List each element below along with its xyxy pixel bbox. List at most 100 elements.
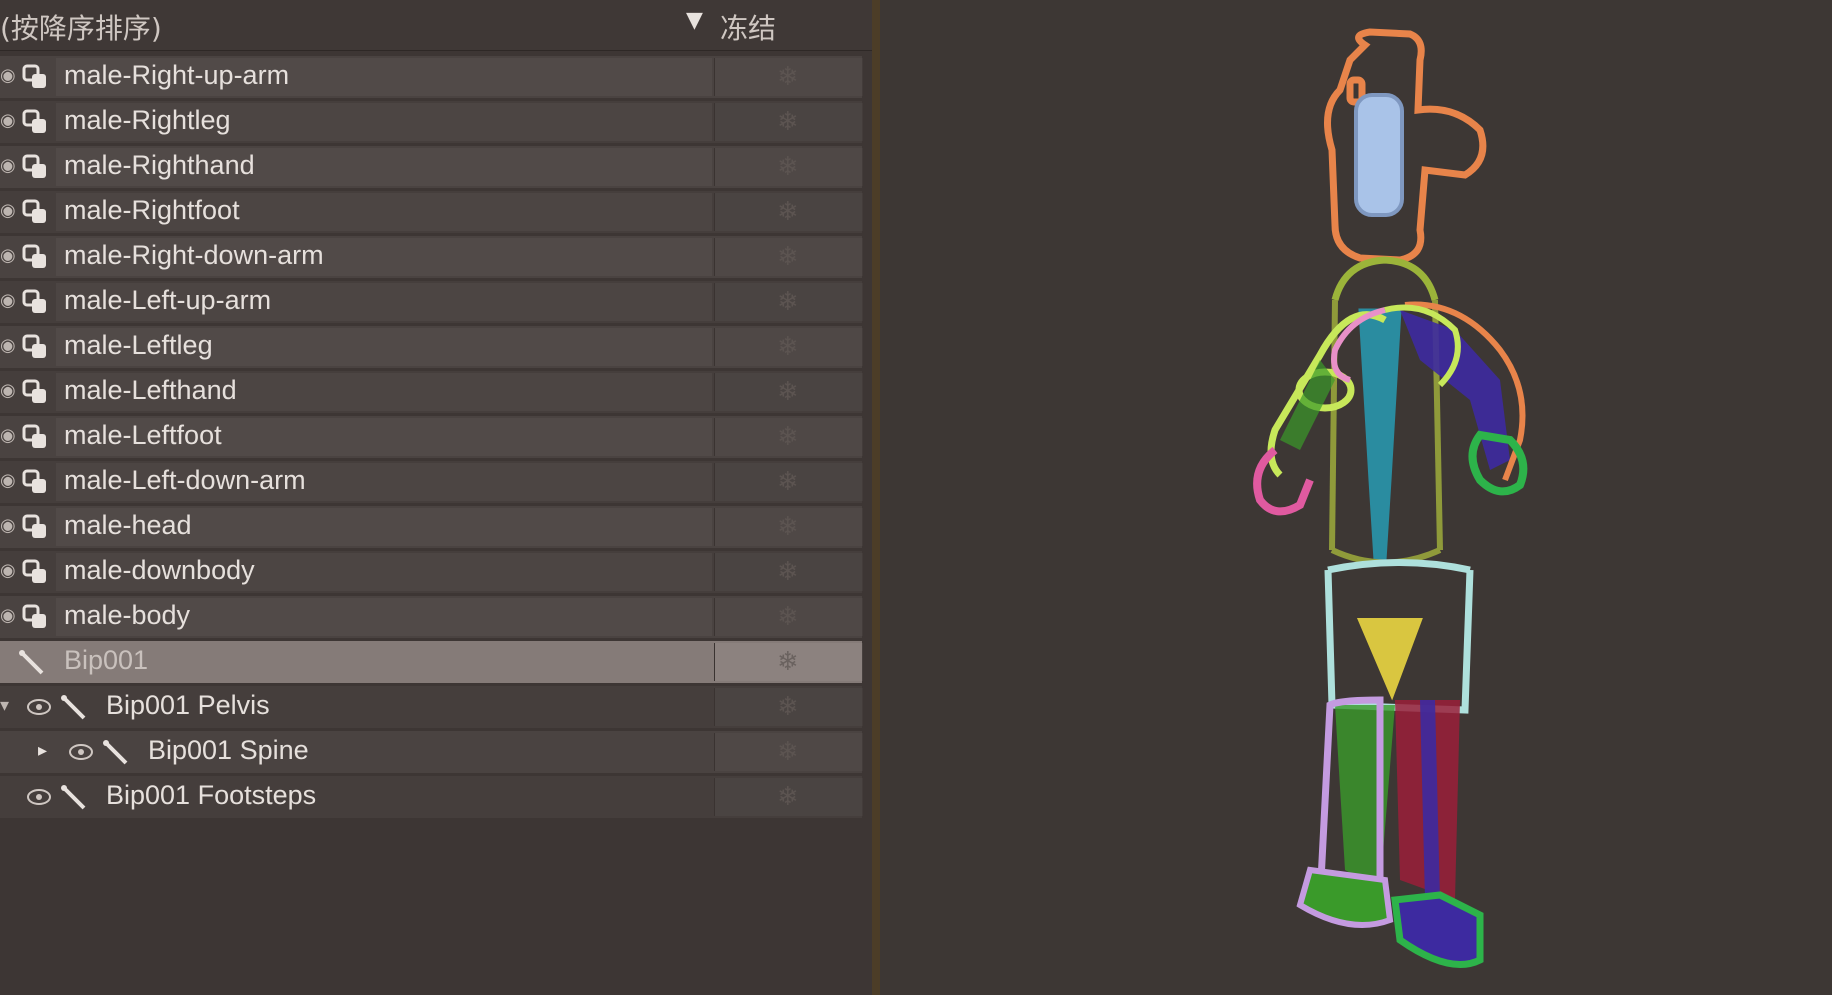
object-label[interactable]: Bip001: [64, 645, 148, 676]
object-group-icon: [22, 379, 46, 403]
object-group-icon: [22, 199, 46, 223]
explorer-row-male-left-up-arm[interactable]: ◉ male-Left-up-arm ❄: [0, 281, 862, 323]
object-label[interactable]: Bip001 Spine: [148, 735, 309, 766]
freeze-toggle[interactable]: ❄: [714, 508, 863, 546]
snowflake-icon: ❄: [777, 647, 799, 677]
freeze-toggle[interactable]: ❄: [714, 598, 863, 636]
explorer-row-male-left-down-arm[interactable]: ◉ male-Left-down-arm ❄: [0, 461, 862, 503]
freeze-toggle[interactable]: ❄: [714, 373, 863, 411]
explorer-row-male-rightfoot[interactable]: ◉ male-Rightfoot ❄: [0, 191, 862, 233]
visibility-toggle-icon[interactable]: ◉: [0, 380, 16, 401]
visibility-toggle-icon[interactable]: ◉: [0, 110, 16, 131]
freeze-toggle[interactable]: ❄: [714, 463, 863, 501]
expand-arrow-icon[interactable]: ▸: [38, 740, 47, 761]
snowflake-icon: ❄: [777, 422, 799, 452]
explorer-row-male-lefthand[interactable]: ◉ male-Lefthand ❄: [0, 371, 862, 413]
freeze-toggle[interactable]: ❄: [714, 553, 863, 591]
visibility-toggle-icon[interactable]: ◉: [0, 290, 16, 311]
snowflake-icon: ❄: [777, 107, 799, 137]
freeze-toggle[interactable]: ❄: [714, 193, 863, 231]
explorer-row-male-downbody[interactable]: ◉ male-downbody ❄: [0, 551, 862, 593]
freeze-column-header[interactable]: 冻结: [720, 7, 776, 47]
explorer-row-male-leftfoot[interactable]: ◉ male-Leftfoot ❄: [0, 416, 862, 458]
face-panel: [1354, 93, 1404, 217]
freeze-toggle[interactable]: ❄: [714, 148, 863, 186]
object-group-icon: [22, 469, 46, 493]
freeze-toggle[interactable]: ❄: [714, 283, 863, 321]
panel-splitter[interactable]: [872, 0, 880, 995]
visibility-toggle-icon[interactable]: ◉: [0, 200, 16, 221]
explorer-row-male-right-down-arm[interactable]: ◉ male-Right-down-arm ❄: [0, 236, 862, 278]
pelvis-mesh: [1356, 618, 1423, 701]
visibility-toggle-icon[interactable]: ◉: [0, 335, 16, 356]
object-group-icon: [22, 109, 46, 133]
freeze-toggle[interactable]: ❄: [714, 238, 863, 276]
object-label[interactable]: male-Left-up-arm: [64, 285, 271, 316]
eye-icon[interactable]: [68, 739, 94, 765]
explorer-row-bip001-spine[interactable]: ▸ Bip001 Spine ❄: [0, 731, 862, 773]
object-label[interactable]: male-Right-down-arm: [64, 240, 324, 271]
object-group-icon: [22, 289, 46, 313]
object-label[interactable]: male-Righthand: [64, 150, 255, 181]
object-label[interactable]: Bip001 Pelvis: [106, 690, 270, 721]
object-group-icon: [22, 514, 46, 538]
visibility-toggle-icon[interactable]: ◉: [0, 245, 16, 266]
explorer-row-bip001-pelvis[interactable]: ▾ Bip001 Pelvis ❄: [0, 686, 862, 728]
visibility-toggle-icon[interactable]: ◉: [0, 425, 16, 446]
object-label[interactable]: male-Right-up-arm: [64, 60, 289, 91]
freeze-toggle[interactable]: ❄: [714, 688, 863, 726]
snowflake-icon: ❄: [777, 782, 799, 812]
object-label[interactable]: male-Left-down-arm: [64, 465, 306, 496]
explorer-row-male-righthand[interactable]: ◉ male-Righthand ❄: [0, 146, 862, 188]
snowflake-icon: ❄: [777, 557, 799, 587]
spine-mesh: [1358, 308, 1402, 562]
3d-viewport[interactable]: [880, 0, 1832, 995]
object-group-icon: [22, 244, 46, 268]
object-label[interactable]: male-Lefthand: [64, 375, 237, 406]
freeze-toggle[interactable]: ❄: [714, 58, 863, 96]
explorer-row-male-body[interactable]: ◉ male-body ❄: [0, 596, 862, 638]
explorer-row-male-right-up-arm[interactable]: ◉ male-Right-up-arm ❄: [0, 56, 862, 98]
left-foot-mesh: [1296, 866, 1394, 928]
explorer-row-male-rightleg[interactable]: ◉ male-Rightleg ❄: [0, 101, 862, 143]
explorer-row-bip001-footsteps[interactable]: Bip001 Footsteps ❄: [0, 776, 862, 818]
eye-icon[interactable]: [26, 694, 52, 720]
freeze-toggle[interactable]: ❄: [714, 418, 863, 456]
sort-order-header[interactable]: (按降序排序): [0, 7, 162, 47]
explorer-row-male-head[interactable]: ◉ male-head ❄: [0, 506, 862, 548]
snowflake-icon: ❄: [777, 197, 799, 227]
snowflake-icon: ❄: [777, 152, 799, 182]
explorer-row-male-leftleg[interactable]: ◉ male-Leftleg ❄: [0, 326, 862, 368]
bone-icon: [61, 785, 86, 810]
character-skeleton-wireframe[interactable]: [880, 0, 1832, 995]
visibility-toggle-icon[interactable]: ◉: [0, 65, 16, 86]
freeze-toggle[interactable]: ❄: [714, 103, 863, 141]
object-group-icon: [22, 334, 46, 358]
object-label[interactable]: male-downbody: [64, 555, 255, 586]
collapse-arrow-icon[interactable]: ▾: [0, 695, 9, 716]
object-label[interactable]: Bip001 Footsteps: [106, 780, 316, 811]
object-group-icon: [22, 64, 46, 88]
object-label[interactable]: male-Rightfoot: [64, 195, 240, 226]
visibility-toggle-icon[interactable]: ◉: [0, 515, 16, 536]
freeze-toggle[interactable]: ❄: [714, 778, 863, 816]
object-label[interactable]: male-head: [64, 510, 192, 541]
visibility-toggle-icon[interactable]: ◉: [0, 605, 16, 626]
object-label[interactable]: male-body: [64, 600, 190, 631]
eye-icon[interactable]: [26, 784, 52, 810]
freeze-toggle[interactable]: ❄: [714, 328, 863, 366]
sort-arrow-icon[interactable]: ▼: [686, 8, 703, 33]
visibility-toggle-icon[interactable]: ◉: [0, 560, 16, 581]
visibility-toggle-icon[interactable]: ◉: [0, 470, 16, 491]
snowflake-icon: ❄: [777, 287, 799, 317]
visibility-toggle-icon[interactable]: ◉: [0, 155, 16, 176]
freeze-toggle[interactable]: ❄: [714, 643, 863, 681]
object-group-icon: [22, 559, 46, 583]
object-label[interactable]: male-Leftfoot: [64, 420, 222, 451]
explorer-row-bip001[interactable]: Bip001 ❄: [0, 641, 863, 683]
object-label[interactable]: male-Leftleg: [64, 330, 213, 361]
freeze-toggle[interactable]: ❄: [714, 733, 863, 771]
object-label[interactable]: male-Rightleg: [64, 105, 231, 136]
bone-icon: [103, 740, 128, 765]
object-group-icon: [22, 154, 46, 178]
